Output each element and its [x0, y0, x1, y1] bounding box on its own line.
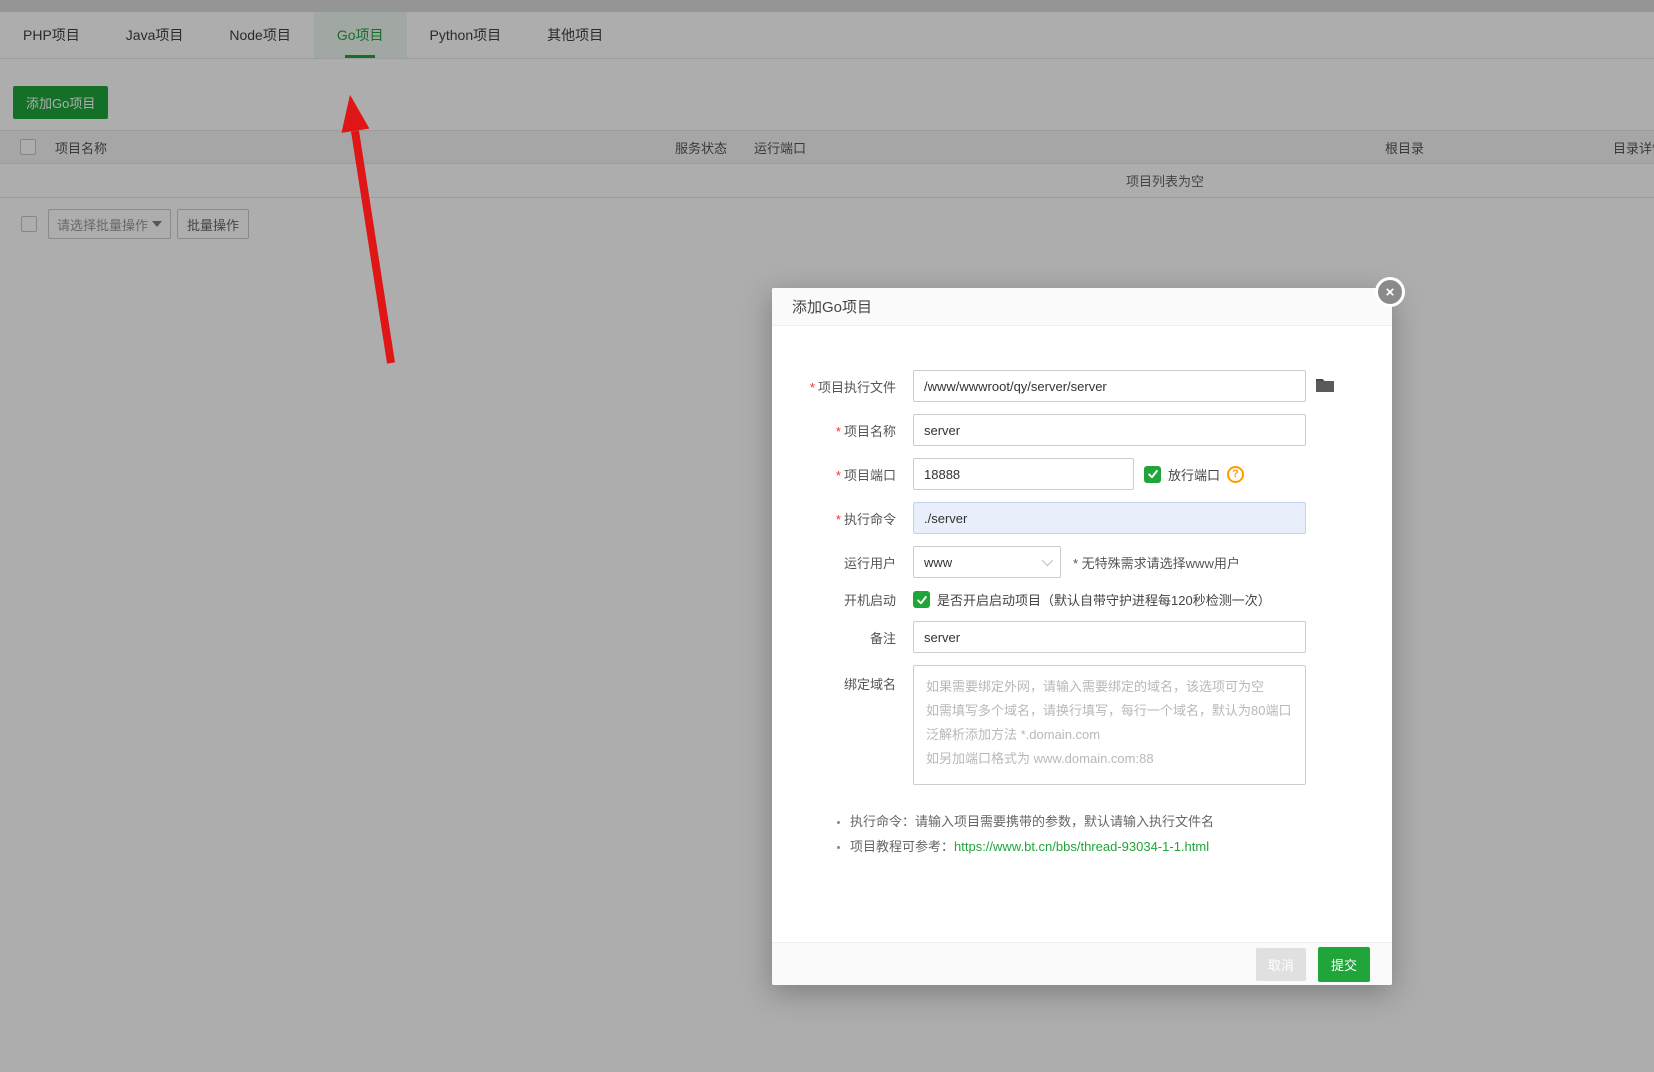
remark-input[interactable]: [913, 621, 1306, 653]
form-row-domain: 绑定域名: [772, 665, 1392, 785]
required-mark: *: [835, 423, 841, 439]
dialog-footer: 取消 提交: [772, 942, 1392, 985]
project-name-input[interactable]: [913, 414, 1306, 446]
name-label: 项目名称: [843, 423, 896, 439]
browse-file-button[interactable]: [1315, 377, 1335, 396]
tutorial-link[interactable]: https://www.bt.cn/bbs/thread-93034-1-1.h…: [954, 839, 1209, 854]
autostart-checkbox-label: 是否开启启动项目（默认自带守护进程每120秒检测一次）: [937, 593, 1271, 608]
form-row-run-user: 运行用户 www * 无特殊需求请选择www用户: [772, 546, 1392, 578]
bind-domain-label: 绑定域名: [843, 677, 896, 692]
run-user-label: 运行用户: [843, 555, 896, 571]
command-label: 执行命令: [843, 511, 896, 527]
folder-icon: [1315, 377, 1335, 396]
dialog-title: 添加Go项目: [772, 288, 1392, 326]
release-port-label: 放行端口: [1168, 467, 1221, 483]
exec-command-input[interactable]: [913, 502, 1306, 534]
autostart-label: 开机启动: [843, 593, 896, 608]
submit-button[interactable]: 提交: [1317, 946, 1370, 982]
project-port-input[interactable]: [913, 458, 1134, 490]
form-row-command: * 执行命令: [772, 502, 1392, 534]
required-mark: *: [835, 511, 841, 527]
bind-domain-textarea[interactable]: [913, 665, 1306, 785]
form-row-port: *项目端口 放行端口 ?: [772, 458, 1392, 490]
add-go-project-dialog: × 添加Go项目 *项目执行文件 *项目名称 *项目端口: [772, 277, 1405, 985]
port-label: 项目端口: [843, 467, 896, 483]
chevron-down-icon: [1041, 554, 1054, 567]
exec-file-input[interactable]: [913, 370, 1306, 402]
required-mark: *: [809, 379, 815, 395]
required-mark: *: [835, 467, 841, 483]
form-row-exec-file: * 项目执行文件: [772, 370, 1392, 402]
form-row-remark: 备注: [772, 621, 1392, 653]
dialog-notes: 执行命令：请输入项目需要携带的参数，默认请输入执行文件名 项目教程可参考：htt…: [772, 812, 1392, 857]
exec-file-label: 项目执行文件: [817, 379, 896, 395]
note-command: 执行命令：请输入项目需要携带的参数，默认请输入执行文件名: [850, 812, 1392, 832]
dialog-body: *项目执行文件 *项目名称 *项目端口: [772, 326, 1392, 857]
form-row-autostart: 开机启动 是否开启启动项目（默认自带守护进程每120秒检测一次）: [772, 590, 1392, 609]
form-row-name: * 项目名称: [772, 414, 1392, 446]
remark-label: 备注: [869, 630, 896, 646]
run-user-value: www: [924, 554, 953, 570]
help-icon[interactable]: ?: [1227, 465, 1245, 483]
cancel-button[interactable]: 取消: [1255, 947, 1306, 981]
close-icon[interactable]: ×: [1375, 277, 1405, 307]
run-user-hint: * 无特殊需求请选择www用户: [1073, 555, 1240, 571]
note-tutorial: 项目教程可参考：https://www.bt.cn/bbs/thread-930…: [850, 837, 1392, 857]
release-port-checkbox[interactable]: [1144, 465, 1161, 483]
run-user-select[interactable]: www: [913, 546, 1061, 578]
autostart-checkbox[interactable]: [913, 591, 930, 608]
